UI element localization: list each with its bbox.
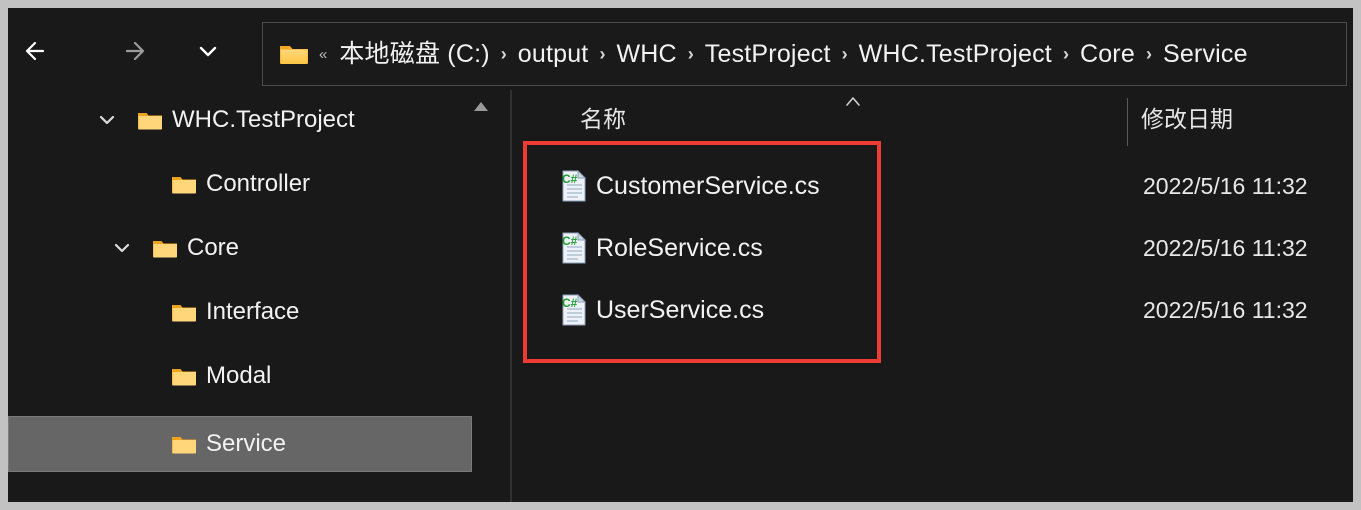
breadcrumb-separator-icon[interactable]: › xyxy=(501,45,507,63)
tree-item-service[interactable]: Service xyxy=(8,416,472,472)
breadcrumb-item-2[interactable]: WHC xyxy=(616,42,676,67)
folder-icon xyxy=(171,366,197,387)
file-name: CustomerService.cs xyxy=(596,174,820,199)
table-row[interactable]: C# CustomerService.cs 2022/5/16 11:32 xyxy=(512,155,1353,217)
csharp-file-icon: C# xyxy=(560,170,588,202)
breadcrumb-item-6[interactable]: Service xyxy=(1163,42,1248,67)
address-bar[interactable]: « 本地磁盘 (C:) › output › WHC › TestProject… xyxy=(262,22,1347,86)
tree-item-whc-testproject[interactable]: WHC.TestProject xyxy=(8,96,472,144)
navigation-pane-scrollbar[interactable] xyxy=(472,90,490,502)
breadcrumb-overflow-icon[interactable]: « xyxy=(319,47,327,62)
folder-icon xyxy=(152,238,178,259)
tree-item-interface[interactable]: Interface xyxy=(8,288,472,336)
arrow-right-icon xyxy=(116,34,150,68)
chevron-down-icon[interactable] xyxy=(109,235,135,261)
folder-icon xyxy=(171,434,197,455)
breadcrumb-item-5[interactable]: Core xyxy=(1080,42,1135,67)
folder-icon xyxy=(279,42,309,66)
file-explorer-window: « 本地磁盘 (C:) › output › WHC › TestProject… xyxy=(8,8,1353,502)
file-name: RoleService.cs xyxy=(596,236,763,261)
column-header-date-modified[interactable]: 修改日期 xyxy=(1141,108,1233,131)
csharp-file-icon: C# xyxy=(560,232,588,264)
breadcrumb-item-1[interactable]: output xyxy=(518,42,589,67)
file-date-modified: 2022/5/16 11:32 xyxy=(1143,237,1308,260)
arrow-left-icon xyxy=(21,34,55,68)
svg-text:C#: C# xyxy=(562,234,578,248)
table-row[interactable]: C# RoleService.cs 2022/5/16 11:32 xyxy=(512,217,1353,279)
breadcrumb-separator-icon[interactable]: › xyxy=(842,45,848,63)
tree-item-label: Service xyxy=(206,432,286,456)
breadcrumb-separator-icon[interactable]: › xyxy=(1063,45,1069,63)
scroll-up-arrow-icon[interactable] xyxy=(472,99,490,113)
toolbar: « 本地磁盘 (C:) › output › WHC › TestProject… xyxy=(8,8,1353,90)
column-header-row: 名称 修改日期 xyxy=(512,90,1353,138)
sort-ascending-caret-icon xyxy=(843,94,863,108)
tree-item-modal[interactable]: Modal xyxy=(8,352,472,400)
window-frame: « 本地磁盘 (C:) › output › WHC › TestProject… xyxy=(0,0,1361,510)
file-date-modified: 2022/5/16 11:32 xyxy=(1143,299,1308,322)
tree-item-label: Interface xyxy=(206,300,299,324)
svg-text:C#: C# xyxy=(562,296,578,310)
column-header-name[interactable]: 名称 xyxy=(580,108,626,131)
folder-icon xyxy=(171,174,197,195)
file-name: UserService.cs xyxy=(596,298,764,323)
tree-item-label: Core xyxy=(187,236,239,260)
breadcrumb-item-4[interactable]: WHC.TestProject xyxy=(859,42,1052,67)
forward-button[interactable] xyxy=(111,29,155,73)
recent-locations-button[interactable] xyxy=(186,29,230,73)
tree-item-label: Modal xyxy=(206,364,271,388)
breadcrumb-separator-icon[interactable]: › xyxy=(1146,45,1152,63)
file-date-modified: 2022/5/16 11:32 xyxy=(1143,175,1308,198)
table-row[interactable]: C# UserService.cs 2022/5/16 11:32 xyxy=(512,279,1353,341)
explorer-content: WHC.TestProject Controller xyxy=(8,90,1353,502)
tree-item-controller[interactable]: Controller xyxy=(8,160,472,208)
tree-item-label: Controller xyxy=(206,172,310,196)
svg-text:C#: C# xyxy=(562,172,578,186)
navigation-pane: WHC.TestProject Controller xyxy=(8,90,510,502)
file-list-pane: 名称 修改日期 xyxy=(512,90,1353,502)
breadcrumb-item-0[interactable]: 本地磁盘 (C:) xyxy=(339,42,489,67)
breadcrumb-separator-icon[interactable]: › xyxy=(599,45,605,63)
breadcrumb-item-3[interactable]: TestProject xyxy=(705,42,831,67)
column-divider[interactable] xyxy=(1127,98,1128,146)
breadcrumb-separator-icon[interactable]: › xyxy=(688,45,694,63)
tree-item-core[interactable]: Core xyxy=(8,224,472,272)
chevron-down-icon[interactable] xyxy=(94,107,120,133)
folder-icon xyxy=(137,110,163,131)
folder-icon xyxy=(171,302,197,323)
back-button[interactable] xyxy=(16,29,60,73)
csharp-file-icon: C# xyxy=(560,294,588,326)
tree-item-label: WHC.TestProject xyxy=(172,108,355,132)
chevron-down-icon xyxy=(193,36,223,66)
